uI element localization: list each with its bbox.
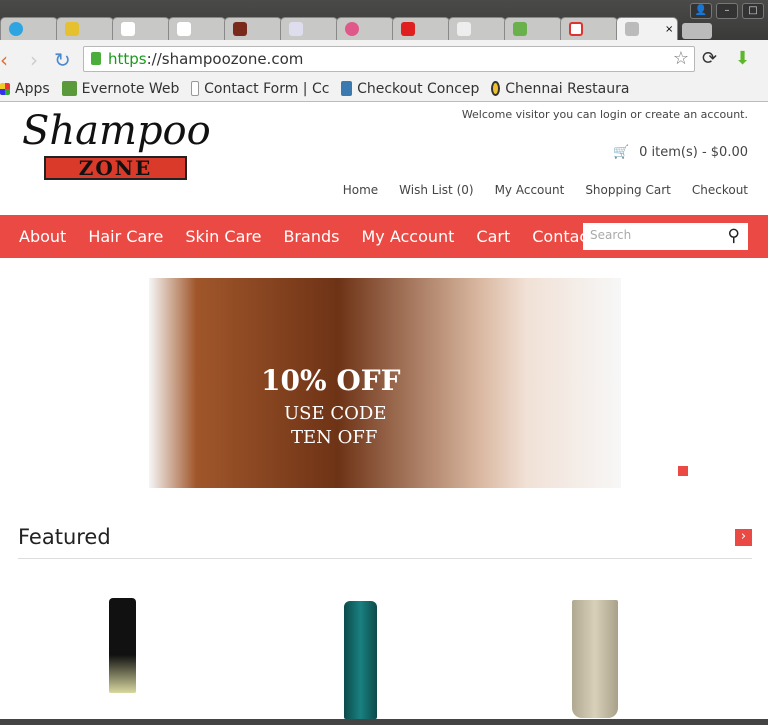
forward-icon[interactable]: › — [30, 48, 38, 72]
nav-skin-care[interactable]: Skin Care — [185, 227, 261, 246]
gmail-icon — [569, 22, 583, 36]
main-nav: About Hair Care Skin Care Brands My Acco… — [0, 215, 768, 258]
json-icon — [289, 22, 303, 36]
bookmark-label: Evernote Web — [81, 80, 180, 97]
bookmark-label: Apps — [15, 80, 50, 97]
link-home[interactable]: Home — [343, 183, 378, 197]
database-icon — [65, 22, 79, 36]
document-icon — [177, 22, 191, 36]
cart-summary[interactable]: 🛒 0 item(s) - $0.00 — [613, 145, 748, 160]
evernote-icon — [61, 81, 77, 96]
link-wishlist[interactable]: Wish List (0) — [399, 183, 473, 197]
browser-tab[interactable] — [224, 17, 282, 40]
top-links: Home Wish List (0) My Account Shopping C… — [343, 183, 748, 197]
browser-tab-active[interactable]: × — [616, 17, 678, 40]
avatar-icon — [233, 22, 247, 36]
browser-tab[interactable] — [56, 17, 114, 40]
cart-total: 0 item(s) - $0.00 — [639, 145, 748, 160]
search-icon[interactable]: ⚲ — [728, 226, 740, 246]
lock-icon — [91, 52, 101, 65]
download-extension-icon[interactable]: ⬇ — [735, 48, 750, 69]
search-input[interactable]: Search ⚲ — [583, 223, 748, 250]
new-tab-button[interactable] — [682, 23, 712, 39]
product-image[interactable] — [344, 601, 377, 719]
shopping-cart-icon — [625, 22, 639, 36]
bookmark-apps[interactable]: Apps — [0, 81, 50, 97]
bookmark-chennai[interactable]: Chennai Restaura — [491, 81, 629, 97]
document-icon — [191, 81, 200, 96]
bookmark-checkout[interactable]: Checkout Concep — [341, 81, 479, 97]
link-my-account[interactable]: My Account — [495, 183, 565, 197]
sync-extension-icon[interactable]: ⟳ — [702, 48, 717, 69]
restaurant-icon — [491, 81, 501, 96]
apps-grid-icon — [0, 82, 10, 95]
bookmark-star-icon[interactable]: ☆ — [673, 47, 689, 71]
divider — [18, 558, 752, 559]
document-icon — [121, 22, 135, 36]
nav-brands[interactable]: Brands — [283, 227, 339, 246]
dribbble-icon — [345, 22, 359, 36]
banner-code: TEN OFF — [291, 427, 378, 448]
reload-icon[interactable]: ↻ — [54, 48, 71, 72]
bookmark-label: Chennai Restaura — [505, 80, 630, 97]
browser-tab[interactable] — [504, 17, 562, 40]
browser-tab[interactable] — [448, 17, 506, 40]
site-logo[interactable]: Shampoo ZONE — [22, 109, 212, 184]
nav-cart[interactable]: Cart — [476, 227, 510, 246]
featured-next-button[interactable]: › — [735, 529, 752, 546]
nav-about[interactable]: About — [19, 227, 66, 246]
link-checkout[interactable]: Checkout — [692, 183, 748, 197]
nav-hair-care[interactable]: Hair Care — [88, 227, 163, 246]
bookmarks-bar: Apps Evernote Web Contact Form | Cc Chec… — [0, 76, 768, 102]
url-scheme: https — [108, 50, 147, 68]
figure-icon — [457, 22, 471, 36]
browser-toolbar: ‹ › ↻ https://shampoozone.com ☆ ⟳ ⬇ — [0, 40, 768, 76]
product-image[interactable] — [572, 600, 618, 718]
banner-headline: 10% OFF — [261, 364, 401, 397]
browser-tab[interactable] — [168, 17, 226, 40]
featured-heading: Featured — [18, 525, 111, 549]
cart-icon: 🛒 — [612, 145, 630, 160]
nav-my-account[interactable]: My Account — [361, 227, 454, 246]
bookmark-label: Checkout Concep — [357, 80, 480, 97]
link-shopping-cart[interactable]: Shopping Cart — [585, 183, 671, 197]
youtube-icon — [401, 22, 415, 36]
search-placeholder: Search — [590, 228, 632, 242]
slider-dot[interactable] — [678, 466, 688, 476]
browser-tab[interactable] — [0, 17, 58, 40]
bookmark-contact-form[interactable]: Contact Form | Cc — [191, 81, 329, 97]
url-text: ://shampoozone.com — [146, 50, 304, 68]
back-icon[interactable]: ‹ — [0, 48, 8, 72]
android-icon — [513, 22, 527, 36]
telegram-icon — [9, 22, 23, 36]
logo-zone: ZONE — [44, 156, 187, 180]
address-bar[interactable]: https://shampoozone.com ☆ — [83, 46, 695, 72]
tab-close-icon[interactable]: × — [665, 24, 673, 35]
browser-tab[interactable] — [280, 17, 338, 40]
bookmark-evernote[interactable]: Evernote Web — [61, 80, 180, 97]
browser-titlebar: 👤 – □ × — [0, 0, 768, 40]
logo-script: Shampoo — [22, 108, 211, 154]
drop-icon — [341, 81, 353, 96]
browser-tab[interactable] — [560, 17, 618, 40]
welcome-text: Welcome visitor you can login or create … — [461, 108, 748, 121]
maximize-button[interactable]: □ — [742, 3, 764, 19]
bookmark-label: Contact Form | Cc — [204, 80, 330, 97]
browser-tab[interactable] — [392, 17, 450, 40]
banner-line: USE CODE — [284, 403, 387, 424]
product-image[interactable] — [109, 598, 136, 693]
promo-banner[interactable]: 10% OFF USE CODE TEN OFF — [149, 278, 621, 488]
web-page: Shampoo ZONE Welcome visitor you can log… — [0, 103, 768, 725]
minimize-button[interactable]: – — [716, 3, 738, 19]
window-border — [0, 719, 768, 725]
browser-tab[interactable] — [112, 17, 170, 40]
browser-tab[interactable] — [336, 17, 394, 40]
